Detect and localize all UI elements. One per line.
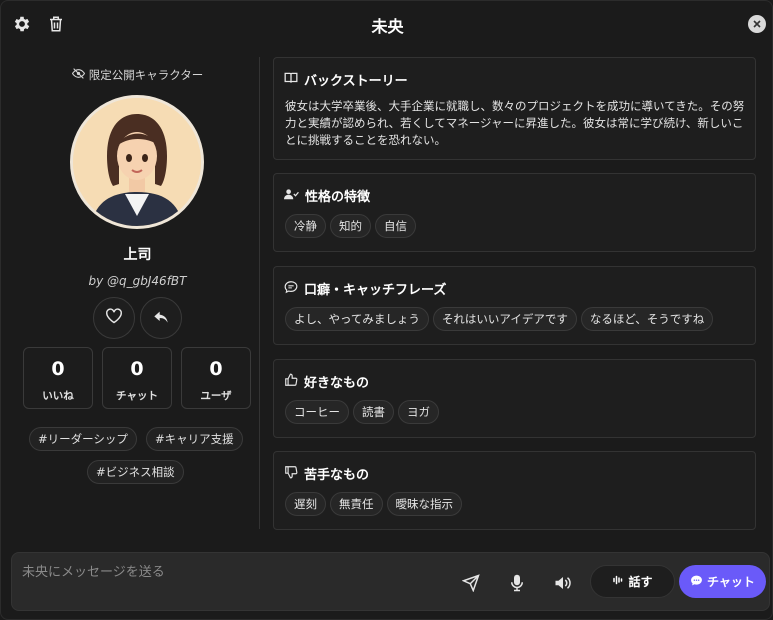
page-title: 未央 bbox=[371, 17, 404, 36]
author-handle[interactable]: by @q_gbJ46fBT bbox=[1, 274, 274, 288]
chip-phrase: よし、やってみましょう bbox=[285, 307, 429, 331]
visibility-label: 限定公開キャラクター bbox=[1, 67, 274, 83]
chip-phrase: それはいいアイデアです bbox=[432, 307, 577, 331]
chip-like: ヨガ bbox=[398, 400, 439, 424]
close-icon[interactable] bbox=[748, 15, 766, 33]
chip-dislike: 無責任 bbox=[330, 492, 383, 516]
column-divider bbox=[259, 57, 260, 529]
chip-trait: 自信 bbox=[375, 214, 416, 238]
profile-panel: 限定公開キャラクター 上司 by @q_gbJ46fBT 0 いいね 0 チャッ… bbox=[1, 47, 259, 531]
message-bar: 話す チャット bbox=[11, 552, 770, 611]
catchphrase-title: 口癖・キャッチフレーズ bbox=[284, 279, 446, 298]
personality-chips: 冷静 知的 自信 bbox=[285, 214, 416, 238]
tag-leadership[interactable]: #リーダーシップ bbox=[29, 427, 137, 451]
chat-button[interactable]: チャット bbox=[679, 565, 766, 598]
thumbs-up-icon bbox=[284, 373, 298, 391]
eye-off-icon bbox=[71, 68, 85, 82]
header: 未央 bbox=[1, 1, 772, 47]
book-icon bbox=[284, 72, 298, 88]
tag-business-consult[interactable]: #ビジネス相談 bbox=[87, 460, 184, 484]
dislikes-card: 苦手なもの 遅刻 無責任 曖昧な指示 bbox=[273, 451, 756, 530]
backstory-title: バックストーリー bbox=[284, 70, 408, 89]
catchphrase-card: 口癖・キャッチフレーズ よし、やってみましょう それはいいアイデアです なるほど… bbox=[273, 266, 756, 345]
heart-icon bbox=[105, 308, 123, 328]
chip-trait: 冷静 bbox=[285, 214, 326, 238]
likes-chips: コーヒー 読書 ヨガ bbox=[285, 400, 439, 424]
microphone-icon[interactable] bbox=[507, 573, 527, 593]
backstory-card: バックストーリー 彼女は大学卒業後、大手企業に就職し、数々のプロジェクトを成功に… bbox=[273, 57, 756, 160]
stat-chats: 0 チャット bbox=[102, 347, 172, 409]
share-button[interactable] bbox=[140, 297, 182, 339]
dislikes-chips: 遅刻 無責任 曖昧な指示 bbox=[285, 492, 462, 516]
chip-phrase: なるほど、そうですね bbox=[580, 307, 714, 331]
chip-dislike: 遅刻 bbox=[285, 492, 326, 516]
send-icon[interactable] bbox=[461, 573, 481, 593]
speaker-icon[interactable] bbox=[553, 573, 573, 593]
stat-users: 0 ユーザ bbox=[181, 347, 251, 409]
audio-wave-icon bbox=[612, 574, 624, 589]
speech-bubble-icon bbox=[284, 280, 298, 298]
speak-button[interactable]: 話す bbox=[590, 565, 675, 598]
likes-title: 好きなもの bbox=[284, 372, 369, 391]
character-profile-window: 未央 限定公開キャラクター 上司 by @q_gbJ46fBT 0 いいね 0 … bbox=[0, 0, 773, 620]
backstory-text: 彼女は大学卒業後、大手企業に就職し、数々のプロジェクトを成功に導いてきた。その努… bbox=[285, 99, 745, 147]
personality-title: 性格の特徴 bbox=[284, 186, 370, 205]
catchphrase-chips: よし、やってみましょう それはいいアイデアです なるほど、そうですね bbox=[285, 307, 714, 331]
message-input[interactable] bbox=[12, 553, 442, 610]
reply-arrow-icon bbox=[153, 309, 169, 328]
like-button[interactable] bbox=[93, 297, 135, 339]
thumbs-down-icon bbox=[284, 465, 298, 483]
character-name: 上司 bbox=[123, 247, 152, 263]
chip-like: 読書 bbox=[353, 400, 394, 424]
chip-trait: 知的 bbox=[330, 214, 371, 238]
chip-like: コーヒー bbox=[285, 400, 349, 424]
tag-career-support[interactable]: #キャリア支援 bbox=[146, 427, 243, 451]
personality-card: 性格の特徴 冷静 知的 自信 bbox=[273, 173, 756, 252]
chip-dislike: 曖昧な指示 bbox=[386, 492, 462, 516]
chat-bubble-icon bbox=[690, 574, 703, 590]
dislikes-title: 苦手なもの bbox=[284, 464, 369, 483]
user-check-icon bbox=[284, 188, 299, 204]
stat-likes: 0 いいね bbox=[23, 347, 93, 409]
likes-card: 好きなもの コーヒー 読書 ヨガ bbox=[273, 359, 756, 438]
avatar bbox=[70, 95, 204, 229]
